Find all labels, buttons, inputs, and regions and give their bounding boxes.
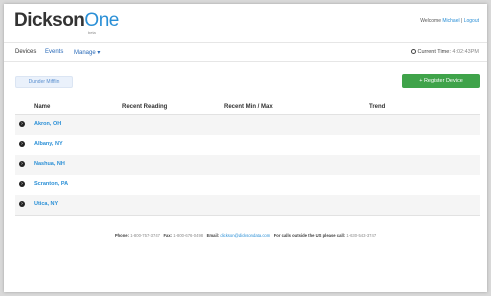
location-link[interactable]: Nashua, NH [34,161,65,167]
table-bottom-divider [15,215,480,216]
column-header-recent-min-max: Recent Min / Max [224,104,273,110]
table-row[interactable]: › Scranton, PA [15,175,480,195]
footer-intl-label: For calls outside the US please call: [273,233,346,238]
footer-fax: 1-800-676-0498 [173,233,204,238]
expand-icon[interactable]: › [19,181,25,187]
expand-icon[interactable]: › [19,141,25,147]
current-time: Current Time: 4:02:43PM [410,49,479,55]
user-name-link[interactable]: Michael [442,18,459,24]
logo-accent-text: One [84,10,119,31]
footer-email-link[interactable]: dickson@dicksondata.com [220,233,270,238]
logo-main-text: Dickson [14,10,85,31]
expand-icon[interactable]: › [19,161,25,167]
dicksonone-logo[interactable]: DicksonOne [14,10,119,32]
location-link[interactable]: Akron, OH [34,121,61,127]
clock-icon [410,49,416,54]
logout-link[interactable]: Logout [464,18,479,24]
column-header-trend: Trend [369,104,386,110]
table-row[interactable]: › Nashua, NH [15,155,480,175]
site-tab-dunder-mifflin[interactable]: Dunder Mifflin [15,76,73,88]
footer-phone-label: Phone: [114,233,130,238]
welcome-bar: Welcome Michael | Logout [420,18,479,24]
chevron-down-icon: ▾ [97,50,101,56]
table-row[interactable]: › Albany, NY [15,135,480,155]
expand-icon[interactable]: › [19,201,25,207]
current-time-value: 4:02:43PM [452,49,479,55]
nav-events[interactable]: Events [45,49,63,55]
location-link[interactable]: Scranton, PA [34,181,68,187]
welcome-text: Welcome [420,18,441,24]
table-row[interactable]: › Utica, NY [15,195,480,215]
location-link[interactable]: Albany, NY [34,141,63,147]
logo-subtitle: beta [88,30,96,35]
separator: | [461,18,463,24]
plus-icon: + [419,78,423,84]
footer-fax-label: Fax: [163,233,173,238]
nav-devices[interactable]: Devices [15,49,36,55]
top-navigation: Devices Events Manage ▾ Current Time: 4:… [4,42,487,62]
column-header-recent-reading: Recent Reading [122,104,168,110]
register-device-button[interactable]: + Register Device [402,74,480,88]
contact-footer: Phone: 1-800-757-3747 Fax: 1-800-676-049… [4,233,487,238]
current-time-label: Current Time: [417,49,451,55]
location-link[interactable]: Utica, NY [34,201,58,207]
expand-icon[interactable]: › [19,121,25,127]
column-header-name: Name [34,104,51,110]
nav-manage[interactable]: Manage ▾ [74,49,100,56]
page: DicksonOne beta Welcome Michael | Logout… [4,4,487,292]
nav-manage-label: Manage [74,50,96,56]
footer-phone: 1-800-757-3747 [130,233,160,238]
footer-intl-phone: 1-630-543-3747 [346,233,377,238]
register-device-label: Register Device [423,78,463,84]
footer-email-label: Email: [206,233,220,238]
table-row[interactable]: › Akron, OH [15,115,480,135]
